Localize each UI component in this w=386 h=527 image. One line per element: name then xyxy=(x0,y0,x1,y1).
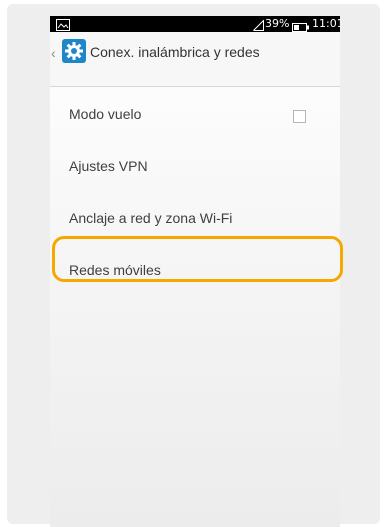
settings-item-label: Anclaje a red y zona Wi-Fi xyxy=(69,210,233,226)
battery-percent: 39% xyxy=(265,17,290,30)
airplane-mode-checkbox[interactable] xyxy=(293,110,306,123)
status-bar: 39% 11:01 xyxy=(50,16,340,32)
page-title: Conex. inalámbrica y redes xyxy=(90,44,260,60)
settings-item-label: Modo vuelo xyxy=(69,106,142,122)
mobile-networks-highlight xyxy=(52,236,343,282)
clock: 11:01 xyxy=(312,17,340,30)
settings-item-label: Ajustes VPN xyxy=(69,158,148,174)
back-chevron-icon[interactable]: ‹ xyxy=(51,45,56,61)
settings-item-vpn[interactable]: Ajustes VPN xyxy=(50,142,340,192)
settings-item-airplane-mode[interactable]: Modo vuelo xyxy=(50,90,340,140)
settings-gear-icon[interactable] xyxy=(62,39,86,63)
